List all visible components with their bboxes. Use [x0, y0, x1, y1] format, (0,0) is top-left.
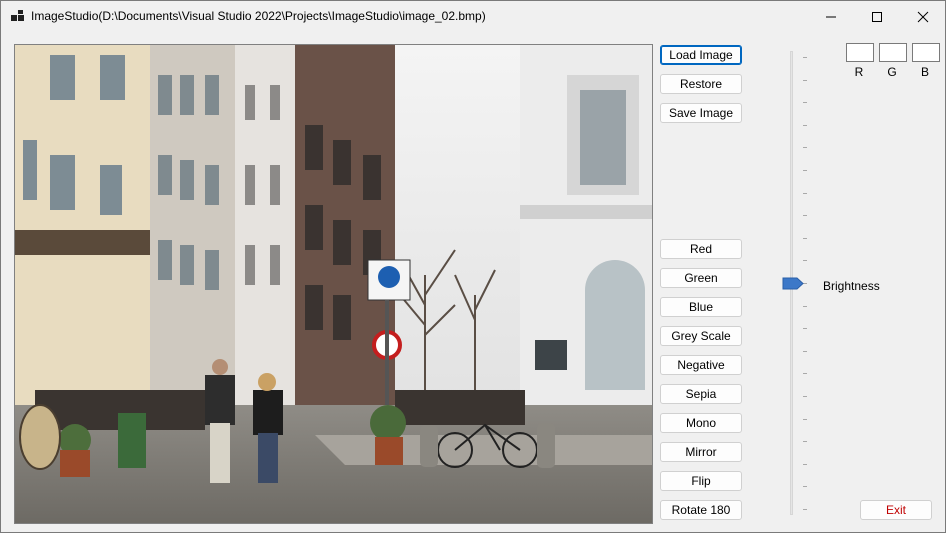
- slider-tick: [803, 260, 807, 262]
- slider-tick: [803, 79, 807, 81]
- title-bar: ImageStudio(D:\Documents\Visual Studio 2…: [1, 1, 945, 32]
- g-value-box: [879, 43, 907, 62]
- slider-tick: [803, 463, 807, 465]
- slider-tick: [803, 350, 807, 352]
- slider-tick: [803, 147, 807, 149]
- image-preview: [14, 44, 653, 524]
- r-label: R: [854, 65, 864, 79]
- mono-button[interactable]: Mono: [660, 413, 742, 433]
- slider-tick: [803, 192, 807, 194]
- brightness-label: Brightness: [823, 279, 880, 293]
- slider-tick: [803, 215, 807, 217]
- red-button[interactable]: Red: [660, 239, 742, 259]
- slider-tick: [803, 441, 807, 443]
- sepia-button[interactable]: Sepia: [660, 384, 742, 404]
- slider-tick: [803, 373, 807, 375]
- slider-tick: [803, 486, 807, 488]
- slider-thumb-icon[interactable]: [782, 277, 804, 290]
- slider-tick: [803, 170, 807, 171]
- r-value-box: [846, 43, 874, 62]
- blue-button[interactable]: Blue: [660, 297, 742, 317]
- slider-tick: [803, 396, 807, 397]
- maximize-icon: [872, 11, 882, 22]
- exit-button[interactable]: Exit: [860, 500, 932, 520]
- slider-tick: [803, 305, 807, 307]
- mirror-button[interactable]: Mirror: [660, 442, 742, 462]
- maximize-button[interactable]: [854, 1, 900, 32]
- app-icon: [11, 10, 24, 21]
- rotate-180-button[interactable]: Rotate 180: [660, 500, 742, 520]
- save-image-button[interactable]: Save Image: [660, 103, 742, 123]
- g-label: G: [887, 65, 897, 79]
- window-title: ImageStudio(D:\Documents\Visual Studio 2…: [31, 9, 486, 23]
- restore-button[interactable]: Restore: [660, 74, 742, 94]
- app-window: ImageStudio(D:\Documents\Visual Studio 2…: [0, 0, 946, 533]
- minimize-icon: [826, 16, 836, 17]
- close-icon: [917, 11, 929, 22]
- slider-tick: [803, 418, 807, 420]
- slider-tick: [803, 102, 807, 104]
- slider-tick: [803, 57, 807, 58]
- b-value-box: [912, 43, 940, 62]
- slider-tick: [803, 328, 807, 330]
- b-label: B: [920, 65, 929, 79]
- load-image-button[interactable]: Load Image: [660, 45, 742, 65]
- negative-button[interactable]: Negative: [660, 355, 742, 375]
- grey-scale-button[interactable]: Grey Scale: [660, 326, 742, 346]
- close-button[interactable]: [900, 1, 945, 32]
- flip-button[interactable]: Flip: [660, 471, 742, 491]
- slider-tick: [803, 124, 807, 126]
- slider-tick: [803, 237, 807, 239]
- slider-tick: [803, 509, 807, 510]
- green-button[interactable]: Green: [660, 268, 742, 288]
- minimize-button[interactable]: [808, 1, 854, 32]
